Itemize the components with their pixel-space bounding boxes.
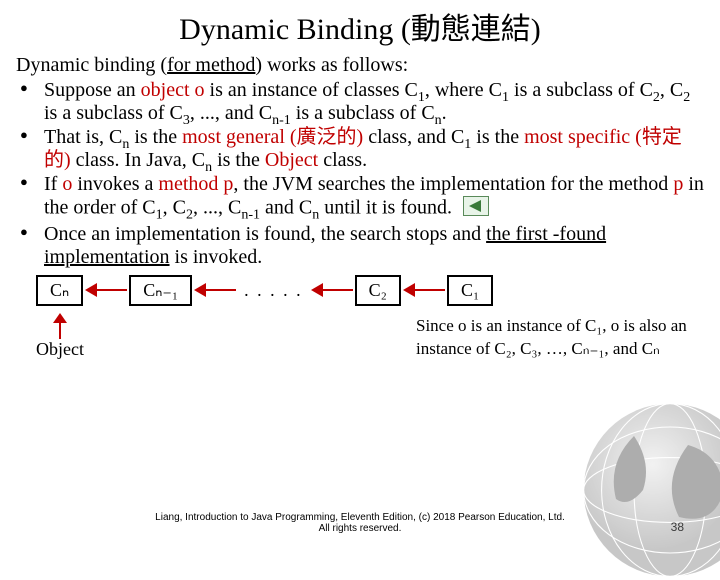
intro-underline: for method — [167, 54, 255, 76]
arrow-icon — [403, 283, 445, 297]
o-ref: o — [62, 173, 72, 195]
intro-pre: Dynamic binding ( — [16, 54, 167, 76]
p-ref: p — [673, 173, 683, 195]
arrow-icon — [85, 283, 127, 297]
intro-post: ) works as follows: — [255, 54, 408, 76]
footer: Liang, Introduction to Java Programming,… — [0, 512, 720, 534]
box-cn-1: Cₙ₋₁ — [129, 275, 192, 306]
globe-background — [580, 400, 720, 580]
bullet-4: Once an implementation is found, the sea… — [44, 223, 706, 269]
slide-body: Dynamic binding (for method) works as fo… — [0, 54, 720, 385]
arrow-up-icon — [53, 313, 67, 339]
box-c2: C₂ — [355, 275, 401, 306]
bullet-3: If o invokes a method p, the JVM searche… — [44, 173, 706, 222]
object-label: Object — [36, 339, 84, 360]
slide-title: Dynamic Binding (動態連結) — [0, 0, 720, 54]
previous-slide-icon[interactable] — [463, 196, 489, 222]
intro-line: Dynamic binding (for method) works as fo… — [16, 54, 706, 77]
arrow-icon — [311, 283, 353, 297]
object-o: object o — [141, 79, 205, 101]
box-c1: C₁ — [447, 275, 493, 306]
ellipsis: . . . . . — [238, 280, 309, 301]
most-general: most general (廣泛的) — [182, 126, 363, 148]
object-class: Object — [265, 149, 318, 171]
box-cn: Cₙ — [36, 275, 83, 306]
since-text: Since o is an instance of C₁, o is also … — [416, 315, 687, 361]
arrow-icon — [194, 283, 236, 297]
bullet-1: Suppose an object o is an instance of cl… — [44, 79, 706, 125]
method-p: method p — [158, 173, 233, 195]
page-number: 38 — [671, 520, 684, 534]
bullet-2: That is, Cn is the most general (廣泛的) cl… — [44, 126, 706, 172]
class-chain-diagram: Cₙ Cₙ₋₁ . . . . . C₂ C₁ Object Since o i… — [36, 275, 706, 385]
